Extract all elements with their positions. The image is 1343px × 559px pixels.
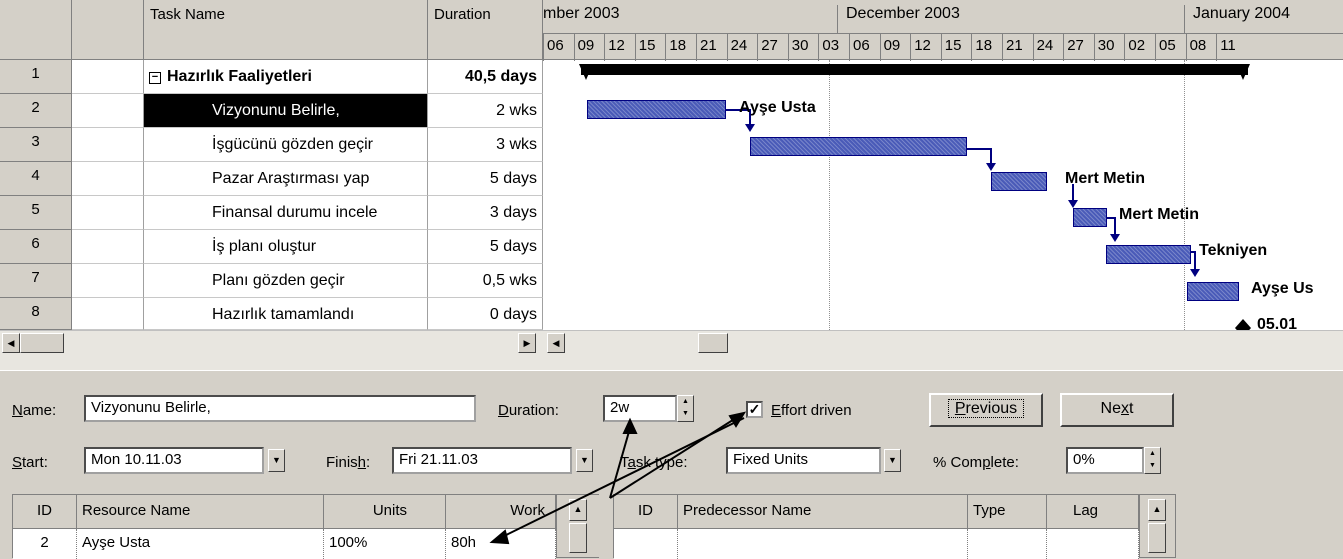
annotation-arrows <box>489 411 747 545</box>
